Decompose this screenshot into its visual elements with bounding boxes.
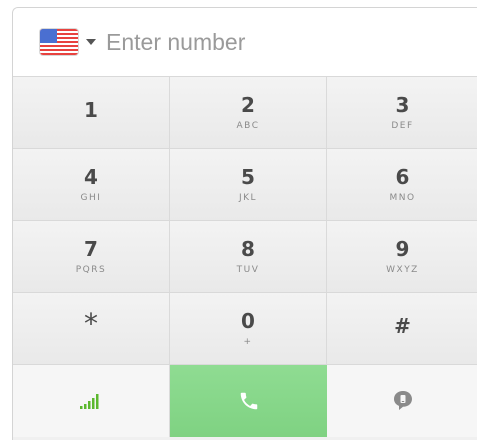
us-flag-icon[interactable] bbox=[40, 29, 78, 55]
key-letters: JKL bbox=[238, 193, 258, 203]
signal-button[interactable] bbox=[13, 365, 170, 437]
key-hash[interactable]: # bbox=[327, 293, 477, 365]
key-digit: 8 bbox=[241, 237, 255, 261]
chat-bubble-icon bbox=[393, 391, 412, 410]
chevron-down-icon[interactable] bbox=[86, 39, 96, 45]
keypad: 1 2 ABC 3 DEF 4 GHI 5 JKL 6 MNO 7 PQRS 8 bbox=[13, 77, 477, 365]
key-digit: 5 bbox=[241, 165, 255, 189]
key-3[interactable]: 3 DEF bbox=[327, 77, 477, 149]
key-letters: + bbox=[243, 337, 253, 347]
key-7[interactable]: 7 PQRS bbox=[13, 221, 170, 293]
key-5[interactable]: 5 JKL bbox=[170, 149, 327, 221]
key-4[interactable]: 4 GHI bbox=[13, 149, 170, 221]
key-digit: * bbox=[84, 307, 98, 340]
phone-number-input[interactable] bbox=[106, 28, 366, 56]
key-0[interactable]: 0 + bbox=[170, 293, 327, 365]
key-6[interactable]: 6 MNO bbox=[327, 149, 477, 221]
key-digit: 3 bbox=[395, 93, 410, 117]
key-digit: 6 bbox=[395, 165, 410, 189]
key-1[interactable]: 1 bbox=[13, 77, 170, 149]
key-letters: ABC bbox=[236, 121, 260, 131]
key-letters: MNO bbox=[389, 193, 416, 203]
call-button[interactable] bbox=[170, 365, 327, 437]
key-digit: 1 bbox=[84, 98, 98, 122]
key-letters: WXYZ bbox=[386, 265, 419, 275]
key-9[interactable]: 9 WXYZ bbox=[327, 221, 477, 293]
key-digit: 2 bbox=[241, 93, 255, 117]
key-letters: GHI bbox=[80, 193, 102, 203]
key-8[interactable]: 8 TUV bbox=[170, 221, 327, 293]
key-digit: 0 bbox=[241, 309, 255, 333]
number-entry-row bbox=[13, 8, 477, 77]
key-letters: PQRS bbox=[75, 265, 107, 275]
key-star[interactable]: * bbox=[13, 293, 170, 365]
phone-icon bbox=[240, 392, 257, 410]
signal-strength-icon bbox=[80, 394, 99, 409]
key-digit: 7 bbox=[84, 237, 98, 261]
key-letters: DEF bbox=[391, 121, 414, 131]
key-digit: 4 bbox=[84, 165, 98, 189]
key-digit: # bbox=[394, 314, 411, 338]
key-digit: 9 bbox=[395, 237, 410, 261]
dialer-panel: 1 2 ABC 3 DEF 4 GHI 5 JKL 6 MNO 7 PQRS 8 bbox=[12, 7, 477, 440]
key-letters: TUV bbox=[236, 265, 260, 275]
key-2[interactable]: 2 ABC bbox=[170, 77, 327, 149]
chat-button[interactable] bbox=[327, 365, 477, 437]
action-row bbox=[13, 365, 477, 437]
